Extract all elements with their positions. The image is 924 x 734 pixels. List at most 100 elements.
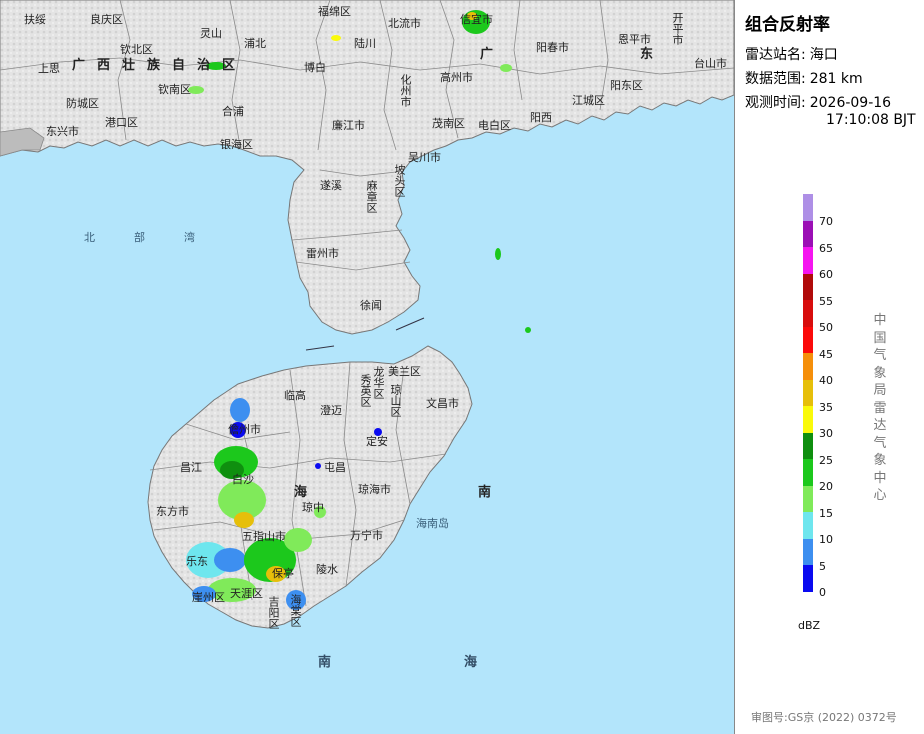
place-label: 信宜市 [460, 13, 493, 26]
region-label-hainan: 海 [294, 485, 310, 500]
agency-name: 中国气象局雷达气象中心 [873, 313, 887, 503]
place-label: 阳西 [530, 111, 552, 124]
place-label: 琼山区 [389, 384, 402, 417]
legend-tick-label: 35 [819, 400, 833, 414]
place-label: 电白区 [478, 119, 511, 132]
place-label: 秀英区 [359, 374, 372, 407]
place-label: 海棠区 [289, 594, 302, 627]
legend-swatch [803, 300, 813, 327]
place-label: 雷州市 [306, 247, 339, 260]
legend-swatch [803, 247, 813, 274]
place-label: 浦北 [244, 37, 266, 50]
legend-tick-label: 10 [819, 533, 833, 546]
sea-label-beibu: 北 [84, 231, 95, 244]
legend-swatch [803, 406, 813, 433]
place-label: 美兰区 [388, 365, 421, 378]
legend-swatch [803, 379, 813, 406]
legend-tick-label: 25 [819, 453, 833, 467]
place-label: 灵山 [200, 27, 222, 40]
legend-tick-label: 55 [819, 294, 833, 308]
legend-tick-label: 70 [819, 215, 833, 228]
place-label: 昌江 [180, 461, 202, 474]
place-label: 崖州区 [192, 591, 225, 604]
legend-tick-label: 60 [819, 268, 833, 281]
sea-label-beibu: 湾 [184, 231, 195, 244]
place-label: 江城区 [572, 94, 605, 107]
legend-swatch [803, 538, 813, 565]
place-label: 屯昌 [324, 461, 346, 474]
place-label: 北流市 [388, 17, 421, 30]
place-label: 恩平市 [618, 33, 651, 46]
place-label: 扶绥 [24, 13, 46, 26]
place-label: 徐闻 [360, 299, 382, 312]
place-label: 银海区 [220, 138, 253, 151]
place-label: 天涯区 [230, 587, 263, 600]
legend-tick-label: 65 [819, 241, 833, 255]
place-label: 博白 [304, 61, 326, 74]
region-label-guangxi: 广西壮族自治区 [72, 58, 248, 73]
legend-unit: dBZ [798, 619, 821, 632]
station-label: 雷达站名: [745, 47, 806, 63]
legend-swatch [803, 459, 813, 486]
legend-tick-label: 5 [819, 559, 826, 573]
place-label: 化州市 [399, 74, 412, 107]
place-label: 文昌市 [426, 397, 459, 410]
legend-tick-label: 40 [819, 374, 833, 387]
place-label: 吴川市 [408, 151, 441, 164]
place-label: 万宁市 [350, 529, 383, 542]
place-label: 钦南区 [158, 83, 191, 96]
legend-swatch [803, 194, 813, 221]
place-label: 阳春市 [536, 41, 569, 54]
legend-swatch [803, 432, 813, 459]
legend-tick-label: 0 [819, 586, 826, 599]
radar-map[interactable]: 扶绥 良庆区 上思 钦北区 灵山 浦北 钦南区 防城区 东兴市 港口区 合浦 银… [0, 0, 734, 734]
place-label: 上思 [38, 62, 60, 75]
time-clock: 17:10:08 BJT [826, 112, 916, 128]
legend-tick-label: 45 [819, 347, 833, 361]
legend-swatch [803, 485, 813, 512]
info-panel: 组合反射率 雷达站名: 海口 数据范围: 281 km 观测时间: 2026-09-1… [734, 0, 924, 734]
place-label: 白沙 [232, 473, 254, 486]
legend-tick-label: 50 [819, 321, 833, 334]
legend-tick-label: 15 [819, 506, 833, 520]
place-label: 临高 [284, 389, 306, 402]
place-label: 防城区 [66, 97, 99, 110]
sea-label-south: 南 [318, 655, 332, 670]
region-label-hainan: 南 [478, 485, 494, 500]
legend-swatch [803, 565, 813, 592]
approval-number: 审图号:GS京 (2022) 0372号 [751, 711, 897, 724]
time-date: 2026-09-16 [809, 95, 892, 111]
place-label: 陵水 [316, 563, 338, 576]
place-label: 阳东区 [610, 79, 643, 92]
place-label: 保亭 [272, 567, 294, 580]
place-label: 台山市 [694, 57, 727, 70]
place-label: 坡头区 [393, 164, 406, 197]
place-label: 东方市 [156, 505, 189, 518]
place-label: 东兴市 [46, 125, 79, 138]
place-label: 遂溪 [320, 179, 342, 192]
place-label: 儋州市 [228, 423, 261, 436]
station-row: 雷达站名: 海口 [745, 44, 838, 64]
map-canvas [0, 0, 734, 629]
legend-swatch [803, 220, 813, 247]
place-label: 陆川 [354, 37, 376, 50]
legend-swatch [803, 512, 813, 539]
legend-swatch [803, 273, 813, 300]
place-label: 海南岛 [416, 517, 449, 530]
range-value: 281 km [809, 71, 863, 87]
time-label: 观测时间: [745, 95, 806, 111]
place-label: 开平市 [671, 12, 684, 45]
range-label: 数据范围: [745, 71, 806, 87]
station-value: 海口 [809, 47, 838, 63]
place-label: 廉江市 [332, 119, 365, 132]
place-label: 乐东 [186, 555, 208, 568]
sea-label-south: 海 [464, 655, 478, 670]
legend-tick-label: 30 [819, 427, 833, 440]
place-label: 定安 [366, 435, 388, 448]
place-label: 龙华区 [372, 366, 385, 399]
legend-swatch [803, 353, 813, 380]
region-label-guangdong: 东 [640, 47, 656, 62]
place-label: 高州市 [440, 71, 473, 84]
place-label: 吉阳区 [267, 596, 280, 629]
place-label: 钦北区 [120, 43, 153, 56]
